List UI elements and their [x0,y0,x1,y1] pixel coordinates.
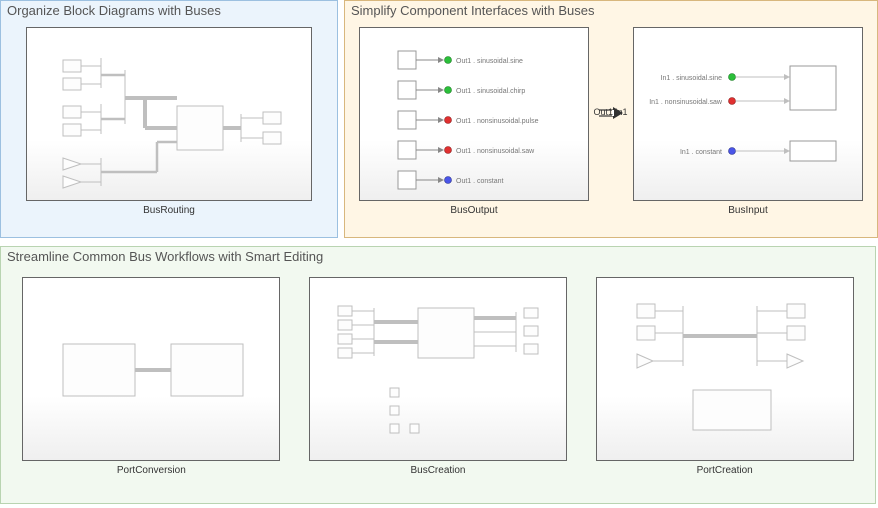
diagram-bus-output: Out1 . sinusoidal.sine Out1 . sinusoidal.… [359,27,589,201]
thumb-bus-creation[interactable]: BusCreation [309,277,567,476]
thumb-port-conversion[interactable]: PortConversion [22,277,280,476]
panel-simplify-title: Simplify Component Interfaces with Buses [351,3,595,18]
thumb-port-conversion-label: PortConversion [117,465,186,476]
svg-text:Out1 . nonsinusoidal.pulse: Out1 . nonsinusoidal.pulse [456,118,539,125]
diagram-port-creation [596,277,854,461]
thumb-bus-output[interactable]: Out1 . sinusoidal.sine Out1 . sinusoidal.… [359,27,589,216]
svg-text:In1 . sinusoidal.sine: In1 . sinusoidal.sine [661,75,723,82]
svg-text:Out1 . constant: Out1 . constant [456,178,504,185]
thumb-bus-output-label: BusOutput [450,205,497,216]
svg-text:Out1 . nonsinusoidal.saw: Out1 . nonsinusoidal.saw [456,148,535,155]
port-label-in1: In1 [615,107,628,117]
panel-streamline: Streamline Common Bus Workflows with Sma… [0,246,876,504]
thumb-port-creation-label: PortCreation [697,465,753,476]
thumb-bus-input[interactable]: In1 . sinusoidal.sine In1 . nonsinusoida… [633,27,863,216]
svg-text:In1 . constant: In1 . constant [680,149,722,156]
port-label-out1: Out1 [593,107,613,117]
diagram-bus-routing [26,27,312,201]
svg-text:Out1 . sinusoidal.sine: Out1 . sinusoidal.sine [456,58,523,65]
panel-organize-title: Organize Block Diagrams with Buses [7,3,221,18]
thumb-bus-routing-label: BusRouting [143,205,195,216]
thumb-bus-creation-label: BusCreation [410,465,465,476]
thumb-bus-routing[interactable]: BusRouting [26,27,312,216]
panel-streamline-title: Streamline Common Bus Workflows with Sma… [7,249,323,264]
panel-simplify: Simplify Component Interfaces with Buses… [344,0,878,238]
thumb-bus-input-label: BusInput [728,205,767,216]
svg-text:Out1 . sinusoidal.chirp: Out1 . sinusoidal.chirp [456,88,525,95]
diagram-port-conversion [22,277,280,461]
diagram-bus-input: In1 . sinusoidal.sine In1 . nonsinusoida… [633,27,863,201]
svg-text:In1 . nonsinusoidal.saw: In1 . nonsinusoidal.saw [649,99,723,106]
diagram-bus-creation [309,277,567,461]
thumb-port-creation[interactable]: PortCreation [596,277,854,476]
panel-organize: Organize Block Diagrams with Buses [0,0,338,238]
